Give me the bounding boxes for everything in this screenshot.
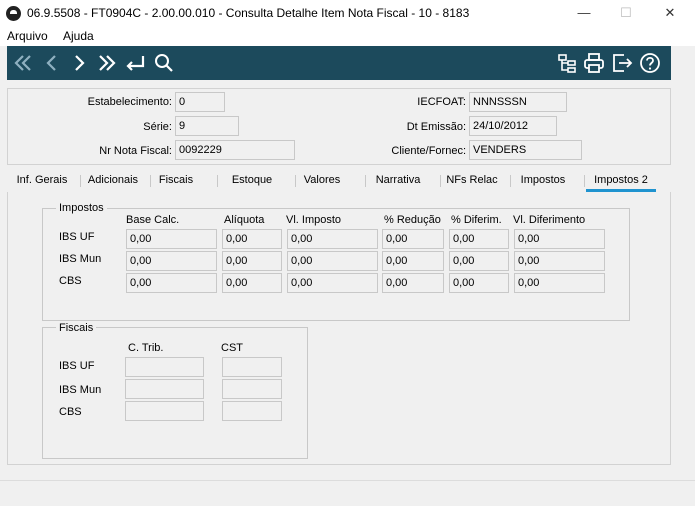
ibs-mun-perc-diferim-field[interactable]: 0,00 xyxy=(449,251,509,271)
estabelecimento-field[interactable]: 0 xyxy=(175,92,225,112)
estabelecimento-label: Estabelecimento: xyxy=(87,96,172,108)
next-icon[interactable] xyxy=(67,51,91,75)
ibs-uf-perc-diferim-field[interactable]: 0,00 xyxy=(449,229,509,249)
impostos-group-title: Impostos xyxy=(56,202,107,214)
cliente-fornec-label: Cliente/Fornec: xyxy=(391,145,466,157)
cbs-perc-diferim-field[interactable]: 0,00 xyxy=(449,273,509,293)
tab-nfs-relac[interactable]: NFs Relac xyxy=(442,174,502,192)
dt-emissao-label: Dt Emissão: xyxy=(406,121,466,133)
help-icon[interactable] xyxy=(638,51,662,75)
nr-nota-fiscal-label: Nr Nota Fiscal: xyxy=(99,145,172,157)
tab-adicionais[interactable]: Adicionais xyxy=(82,174,144,192)
ibs-uf-base-calc-field[interactable]: 0,00 xyxy=(126,229,217,249)
fiscais-ibs-uf-c-trib-field[interactable] xyxy=(125,357,204,377)
goto-icon[interactable] xyxy=(123,51,147,75)
previous-icon[interactable] xyxy=(40,51,64,75)
hierarchy-icon[interactable] xyxy=(555,51,579,75)
tab-separator xyxy=(584,175,585,187)
col-header-cst: CST xyxy=(221,342,243,354)
menu-ajuda[interactable]: Ajuda xyxy=(63,29,94,43)
serie-label: Série: xyxy=(143,121,172,133)
cbs-vl-imposto-field[interactable]: 0,00 xyxy=(287,273,378,293)
tab-separator xyxy=(80,175,81,187)
ibs-mun-vl-imposto-field[interactable]: 0,00 xyxy=(287,251,378,271)
cbs-aliquota-field[interactable]: 0,00 xyxy=(222,273,282,293)
col-header-vl-imposto: Vl. Imposto xyxy=(286,214,342,226)
serie-field[interactable]: 9 xyxy=(175,116,239,136)
col-header-base-calc: Base Calc. xyxy=(126,214,180,226)
col-header-perc-reducao: % Redução xyxy=(384,214,441,226)
fiscais-ibs-mun-c-trib-field[interactable] xyxy=(125,379,204,399)
cliente-fornec-field[interactable]: VENDERS xyxy=(469,140,582,160)
col-header-perc-diferim: % Diferim. xyxy=(451,214,502,226)
ibs-uf-vl-imposto-field[interactable]: 0,00 xyxy=(287,229,378,249)
ibs-mun-perc-reducao-field[interactable]: 0,00 xyxy=(382,251,444,271)
tab-separator xyxy=(440,175,441,187)
ibs-mun-base-calc-field[interactable]: 0,00 xyxy=(126,251,217,271)
cbs-base-calc-field[interactable]: 0,00 xyxy=(126,273,217,293)
cbs-perc-reducao-field[interactable]: 0,00 xyxy=(382,273,444,293)
exit-icon[interactable] xyxy=(610,51,634,75)
tab-separator xyxy=(365,175,366,187)
row-label-cbs: CBS xyxy=(59,275,82,287)
fiscais-ibs-uf-cst-field[interactable] xyxy=(222,357,282,377)
tab-estoque[interactable]: Estoque xyxy=(222,174,282,192)
ibs-uf-vl-diferimento-field[interactable]: 0,00 xyxy=(514,229,605,249)
tab-separator xyxy=(510,175,511,187)
fiscais-group-title: Fiscais xyxy=(56,322,97,334)
print-icon[interactable] xyxy=(582,51,606,75)
fiscais-row-label-ibs-uf: IBS UF xyxy=(59,360,95,372)
window-title: 06.9.5508 - FT0904C - 2.00.00.010 - Cons… xyxy=(27,6,470,20)
close-button[interactable]: ✕ xyxy=(656,3,684,23)
tab-inf-gerais[interactable]: Inf. Gerais xyxy=(10,174,74,192)
col-header-aliquota: Alíquota xyxy=(224,214,265,226)
nr-nota-fiscal-field[interactable]: 0092229 xyxy=(175,140,295,160)
col-header-vl-diferimento: Vl. Diferimento xyxy=(513,214,586,226)
tab-impostos[interactable]: Impostos xyxy=(512,174,574,192)
tab-narrativa[interactable]: Narrativa xyxy=(367,174,429,192)
search-icon[interactable] xyxy=(152,51,176,75)
title-bar: 06.9.5508 - FT0904C - 2.00.00.010 - Cons… xyxy=(0,0,695,26)
iecfoat-field[interactable]: NNNSSSN xyxy=(469,92,567,112)
last-icon[interactable] xyxy=(95,51,119,75)
fiscais-row-label-cbs: CBS xyxy=(59,406,82,418)
iecfoat-label: IECFOAT: xyxy=(417,96,466,108)
ibs-mun-vl-diferimento-field[interactable]: 0,00 xyxy=(514,251,605,271)
ibs-uf-perc-reducao-field[interactable]: 0,00 xyxy=(382,229,444,249)
menu-arquivo[interactable]: Arquivo xyxy=(7,29,48,43)
app-icon xyxy=(6,6,21,21)
tab-valores[interactable]: Valores xyxy=(297,174,347,192)
minimize-button[interactable]: — xyxy=(570,3,598,23)
maximize-button[interactable]: ☐ xyxy=(612,3,640,23)
row-label-ibs-uf: IBS UF xyxy=(59,231,95,243)
ibs-uf-aliquota-field[interactable]: 0,00 xyxy=(222,229,282,249)
tab-fiscais[interactable]: Fiscais xyxy=(152,174,200,192)
tab-separator xyxy=(217,175,218,187)
fiscais-ibs-mun-cst-field[interactable] xyxy=(222,379,282,399)
toolbar xyxy=(7,46,671,80)
cbs-vl-diferimento-field[interactable]: 0,00 xyxy=(514,273,605,293)
tab-separator xyxy=(295,175,296,187)
row-label-ibs-mun: IBS Mun xyxy=(59,253,102,265)
dt-emissao-field[interactable]: 24/10/2012 xyxy=(469,116,557,136)
col-header-c-trib: C. Trib. xyxy=(128,342,164,354)
fiscais-row-label-ibs-mun: IBS Mun xyxy=(59,384,102,396)
fiscais-cbs-cst-field[interactable] xyxy=(222,401,282,421)
fiscais-cbs-c-trib-field[interactable] xyxy=(125,401,204,421)
tab-separator xyxy=(150,175,151,187)
status-bar xyxy=(0,480,695,506)
menu-bar: Arquivo Ajuda xyxy=(0,26,695,46)
first-icon[interactable] xyxy=(11,51,35,75)
ibs-mun-aliquota-field[interactable]: 0,00 xyxy=(222,251,282,271)
